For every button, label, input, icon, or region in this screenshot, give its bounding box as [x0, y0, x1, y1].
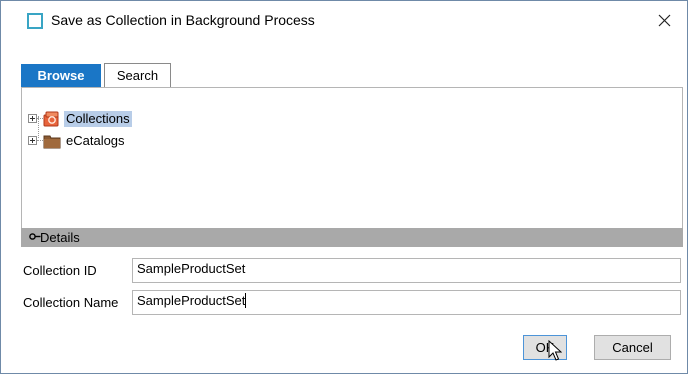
tree-connector	[38, 116, 39, 138]
collection-id-label: Collection ID	[23, 263, 97, 278]
folder-icon	[43, 132, 61, 150]
collection-name-value: SampleProductSet	[137, 293, 246, 308]
details-bar[interactable]: Details	[21, 228, 683, 247]
close-icon	[658, 14, 671, 27]
tree-item-label[interactable]: Collections	[64, 111, 132, 127]
title-bar[interactable]: Save as Collection in Background Process	[1, 1, 687, 37]
collection-name-row: Collection Name SampleProductSet	[21, 290, 683, 316]
close-button[interactable]	[649, 7, 679, 33]
collections-icon	[43, 110, 61, 128]
details-label: Details	[40, 230, 80, 245]
window-icon	[27, 13, 43, 29]
collection-name-label: Collection Name	[23, 295, 119, 310]
tab-browse[interactable]: Browse	[21, 64, 101, 87]
expand-collections-icon[interactable]	[28, 114, 37, 123]
collection-id-input[interactable]: SampleProductSet	[132, 258, 681, 283]
window-title: Save as Collection in Background Process	[51, 12, 315, 28]
tree-item-label[interactable]: eCatalogs	[64, 133, 127, 149]
cancel-button[interactable]: Cancel	[594, 335, 671, 360]
collection-name-input[interactable]: SampleProductSet	[132, 290, 681, 315]
ok-button[interactable]: OK	[523, 335, 567, 360]
save-collection-dialog: Save as Collection in Background Process…	[0, 0, 688, 374]
tree-panel: Collections eCatalogs	[21, 87, 683, 247]
expand-ecatalogs-icon[interactable]	[28, 136, 37, 145]
tab-search[interactable]: Search	[104, 63, 171, 88]
text-caret	[245, 293, 247, 308]
collection-id-row: Collection ID SampleProductSet	[21, 258, 683, 284]
